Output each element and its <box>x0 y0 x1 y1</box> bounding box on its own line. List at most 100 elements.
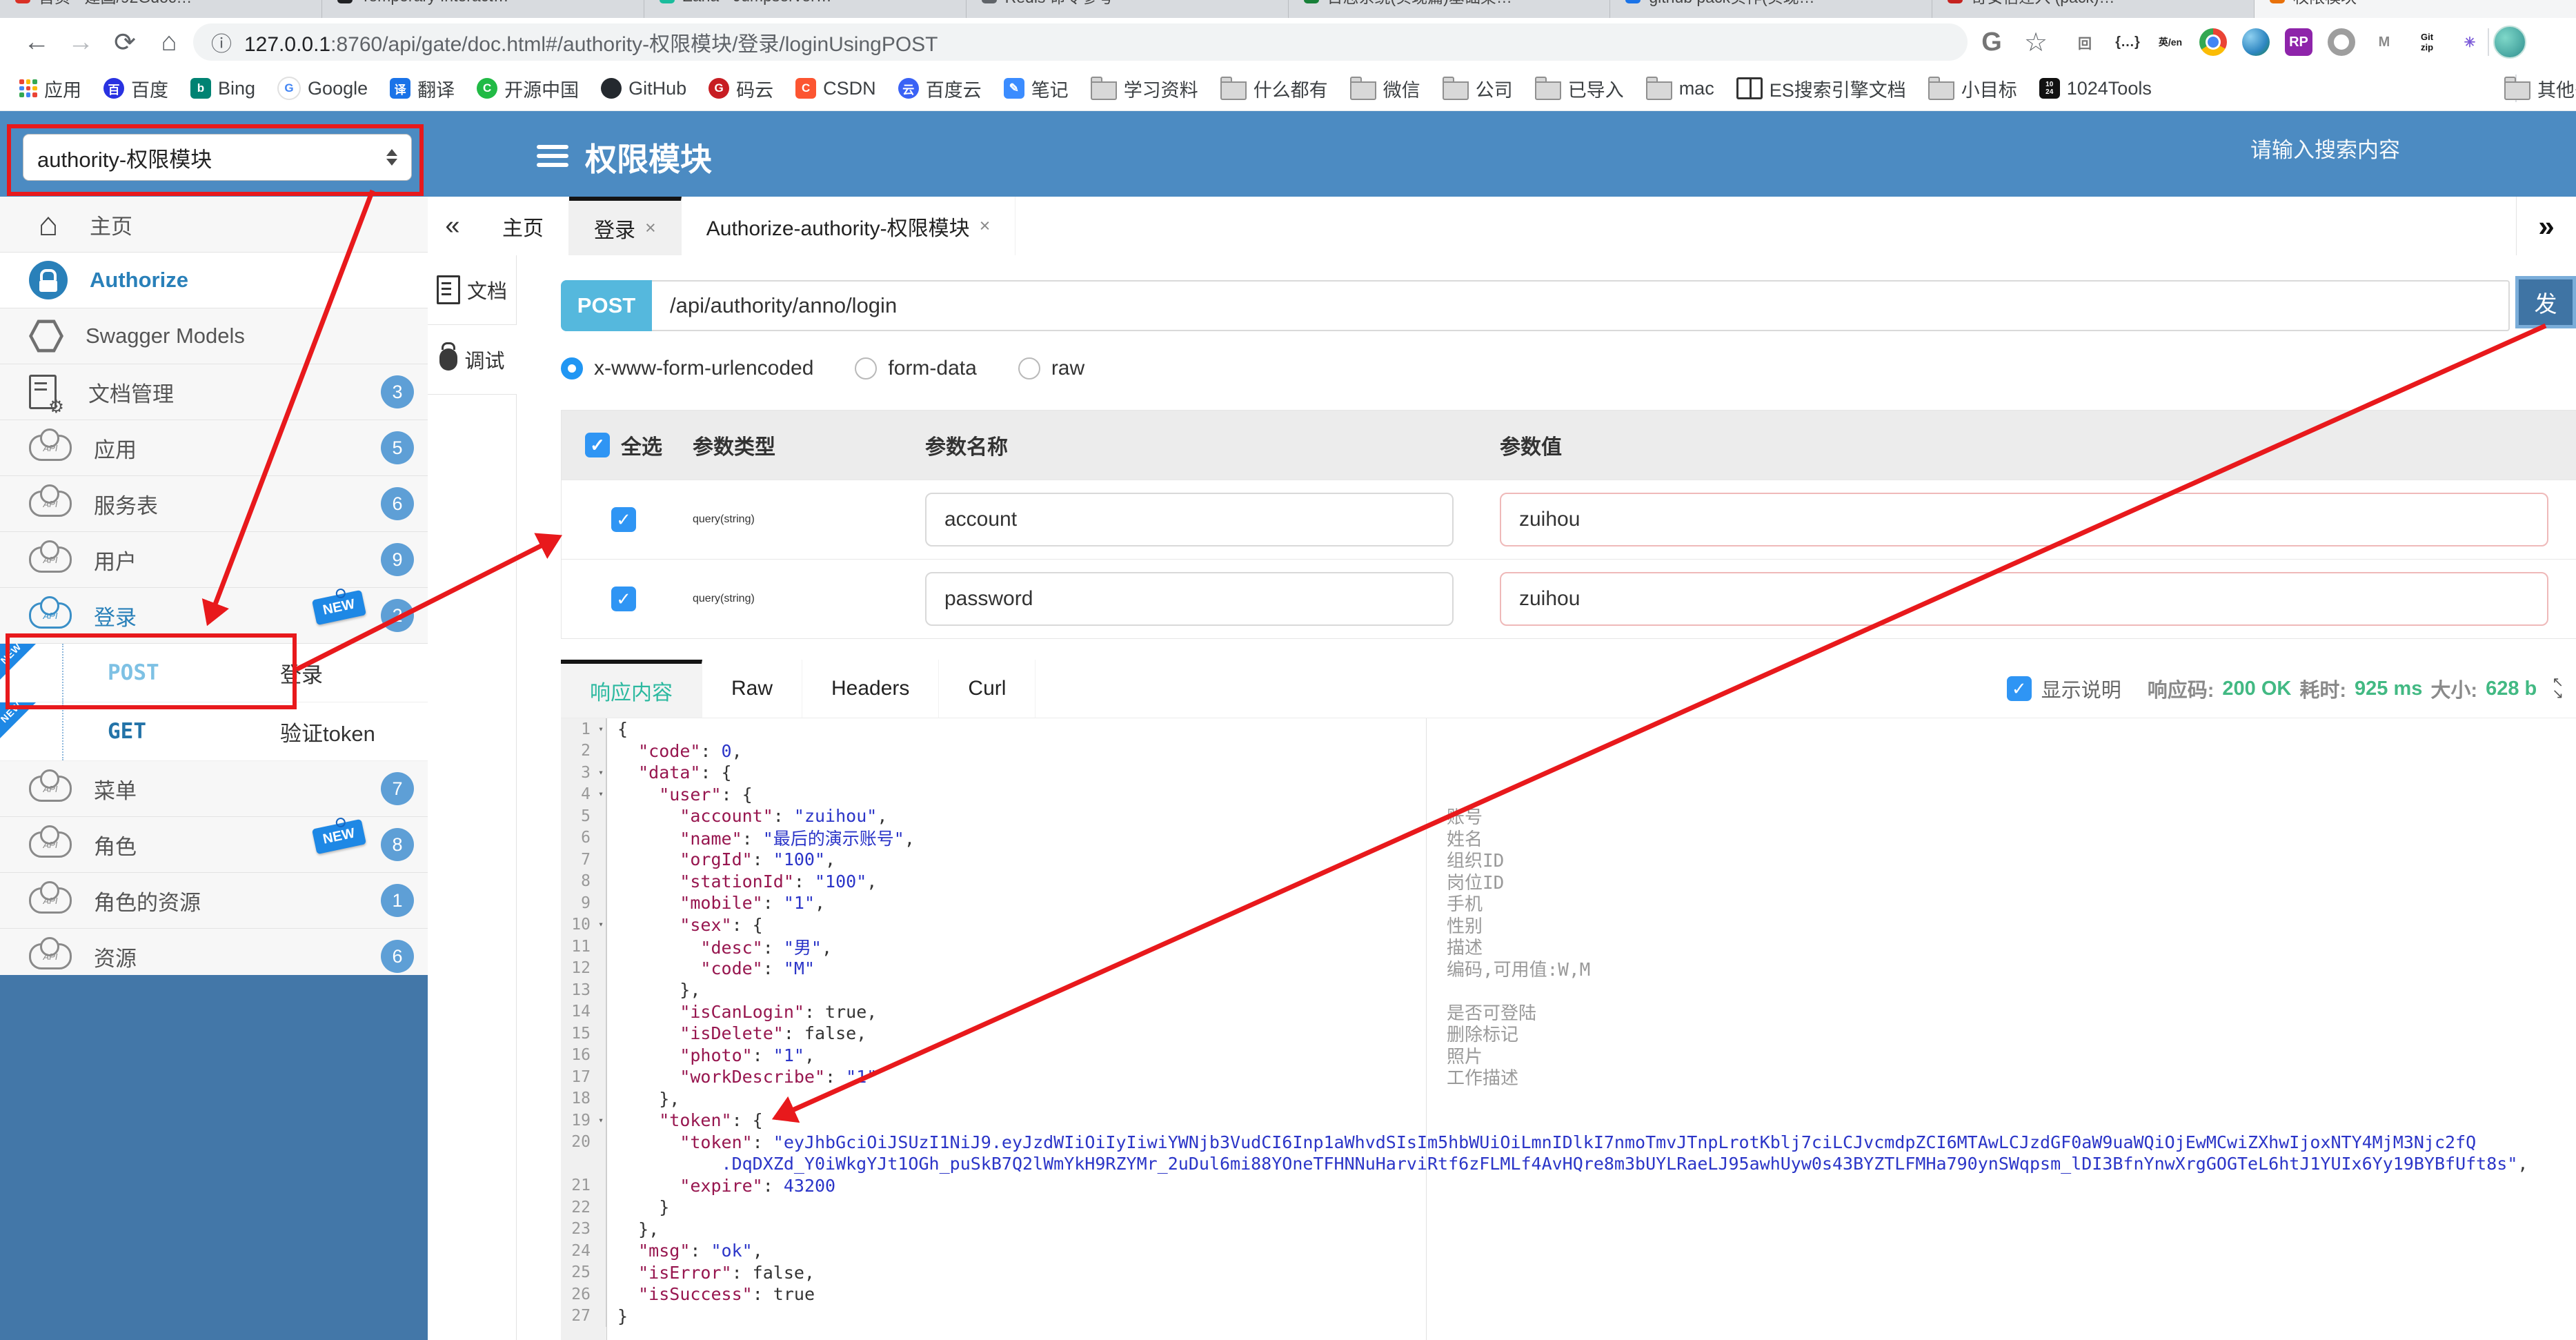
body-type-option[interactable]: form-data <box>855 357 977 380</box>
expand-tabs-button[interactable]: » <box>2516 197 2576 255</box>
bookmark-item[interactable]: 应用 <box>11 75 90 102</box>
fullscreen-icon[interactable]: ↖ ↘ <box>2552 676 2564 701</box>
back-button[interactable]: ← <box>17 28 57 57</box>
radio-icon[interactable] <box>1018 357 1040 380</box>
bookmark-item[interactable]: 10 24 1024Tools <box>2031 78 2160 99</box>
bookmark-item[interactable]: 云百度云 <box>890 75 990 102</box>
send-request-button[interactable]: 发 <box>2515 276 2576 328</box>
sidebar-api-item-verify-token-get[interactable]: NEW GET 验证token <box>0 700 428 761</box>
sidebar-item-Authorize[interactable]: Authorize <box>0 253 428 308</box>
sidebar-item-应用[interactable]: API 应用 5 <box>0 420 428 476</box>
bookmark-item[interactable]: 什么都有 <box>1212 75 1336 102</box>
chrome-icon[interactable] <box>2199 28 2227 56</box>
tab-close-icon[interactable]: × <box>2553 0 2562 5</box>
sidebar-item-角色的资源[interactable]: API 角色的资源 1 <box>0 873 428 929</box>
fold-arrow-icon[interactable]: ▾ <box>598 724 604 734</box>
request-url-input[interactable]: /api/authority/anno/login <box>652 280 2510 331</box>
panel-tab-文档[interactable]: 文档 <box>428 255 516 325</box>
tab-close-icon[interactable]: × <box>1587 0 1596 5</box>
bookmark-item[interactable]: b Bing <box>182 78 264 99</box>
profile-avatar[interactable] <box>2493 26 2526 59</box>
doc-tab-Authorize-authority-权限模块[interactable]: Authorize-authority-权限模块 × <box>682 197 1016 255</box>
checkbox-icon[interactable]: ✓ <box>611 587 636 611</box>
bookmark-item[interactable]: 学习资料 <box>1082 75 1207 102</box>
bookmark-item[interactable]: 译翻译 <box>382 75 463 102</box>
asterisk-icon[interactable]: ✳ <box>2456 28 2484 56</box>
doc-tab-登录[interactable]: 登录 × <box>569 197 682 255</box>
response-tab-响应内容[interactable]: 响应内容 <box>561 660 702 718</box>
sidebar-api-item-login-post[interactable]: NEW POST 登录 <box>0 641 428 702</box>
browser-tab[interactable]: 首页 - 建国/92Gdoc… × <box>0 0 322 18</box>
response-tab-Curl[interactable]: Curl <box>939 660 1036 718</box>
sidebar-item-Swagger Models[interactable]: Swagger Models <box>0 308 428 364</box>
bookmark-item[interactable]: ES搜索引擎文档 <box>1728 75 1914 102</box>
hamburger-icon[interactable] <box>537 140 568 172</box>
sidebar-item-文档管理[interactable]: 文档管理 3 <box>0 364 428 420</box>
browser-tab[interactable]: Temporary Interact… × <box>322 0 644 18</box>
bookmark-star-icon[interactable]: ☆ <box>2016 27 2056 58</box>
browser-tab[interactable]: Redis 命令参考 × <box>967 0 1289 18</box>
response-json-editor[interactable]: 1 ▾{2 "code": 0, 3 ▾ "data": {4 ▾ "user": {5… <box>561 718 2576 1340</box>
checkbox-icon[interactable]: ✓ <box>585 433 610 457</box>
browser-tab[interactable]: 日志系统(实现篇)基础架… × <box>1289 0 1611 18</box>
browser-tab[interactable]: github pack实作(实现… × <box>1610 0 1933 18</box>
bookmark-item[interactable]: GitHub <box>593 78 695 99</box>
checkbox-icon[interactable]: ✓ <box>611 507 636 532</box>
param-value-input[interactable]: zuihou <box>1500 493 2548 546</box>
close-tab-icon[interactable]: × <box>645 217 656 239</box>
bookmark-item[interactable]: 微信 <box>1342 75 1429 102</box>
close-tab-icon[interactable]: × <box>980 215 991 237</box>
module-select[interactable]: authority-权限模块 <box>23 134 412 181</box>
bookmark-item[interactable]: 公司 <box>1434 75 1521 102</box>
page-info-icon[interactable]: ⓘ <box>211 27 232 57</box>
body-type-option[interactable]: raw <box>1018 357 1084 380</box>
bookmark-item[interactable]: 小目标 <box>1920 75 2025 102</box>
browser-tab[interactable]: 奇安信迁入 (pack)… × <box>1932 0 2255 18</box>
sidebar-item-登录[interactable]: API 登录 NEW 2 <box>0 588 428 644</box>
m-chevron-icon[interactable]: M <box>2370 28 2398 56</box>
param-value-input[interactable]: zuihou <box>1500 572 2548 626</box>
translate-icon[interactable]: G <box>1972 28 2012 57</box>
qr-code-icon[interactable]: 回 <box>2071 28 2099 56</box>
collapse-sidebar-button[interactable]: « <box>428 197 477 255</box>
checkbox-icon[interactable]: ✓ <box>2006 676 2032 701</box>
bookmark-item[interactable]: C 开源中国 <box>468 75 587 102</box>
bookmark-item[interactable]: C CSDN <box>787 78 884 99</box>
header-select-all[interactable]: ✓ 全选 <box>562 430 686 460</box>
fold-arrow-icon[interactable]: ▾ <box>598 920 604 930</box>
panel-tab-调试[interactable]: 调试 <box>428 325 517 395</box>
radio-icon[interactable] <box>561 357 583 380</box>
param-name-input[interactable]: account <box>925 493 1454 546</box>
bookmark-item[interactable]: G 码云 <box>700 75 782 102</box>
gitzip-icon[interactable]: Git zip <box>2413 28 2441 56</box>
fold-arrow-icon[interactable]: ▾ <box>598 767 604 778</box>
sidebar-item-用户[interactable]: API 用户 9 <box>0 532 428 588</box>
radio-icon[interactable] <box>855 357 878 380</box>
body-type-option[interactable]: x-www-form-urlencoded <box>561 357 813 380</box>
bookmark-item[interactable]: ✎ 笔记 <box>995 75 1077 102</box>
response-tab-Raw[interactable]: Raw <box>702 660 803 718</box>
forward-button[interactable]: → <box>61 28 101 57</box>
response-tab-Headers[interactable]: Headers <box>802 660 940 718</box>
en-translate-icon[interactable]: 英/en <box>2157 28 2184 56</box>
sidebar-item-服务表[interactable]: API 服务表 6 <box>0 476 428 532</box>
sidebar-item-角色[interactable]: API 角色 NEW 8 <box>0 817 428 873</box>
braces-icon[interactable]: {…} <box>2114 28 2141 56</box>
param-name-input[interactable]: password <box>925 572 1454 626</box>
header-search-input[interactable] <box>2249 137 2500 164</box>
bookmark-item[interactable]: 已导入 <box>1527 75 1632 102</box>
reload-button[interactable]: ⟳ <box>105 27 145 58</box>
fold-arrow-icon[interactable]: ▾ <box>598 1115 604 1125</box>
bookmark-item[interactable]: mac <box>1638 77 1723 100</box>
bookmark-item[interactable]: 百百度 <box>95 75 177 102</box>
tab-close-icon[interactable]: × <box>1909 0 1918 5</box>
browser-tab[interactable]: Zana - Jumpserver… × <box>644 0 967 18</box>
fold-arrow-icon[interactable]: ▾ <box>598 789 604 800</box>
bookmark-item[interactable]: G Google <box>269 77 376 100</box>
tab-close-icon[interactable]: × <box>621 0 630 5</box>
other-bookmarks[interactable]: 其他书签 <box>2496 66 2576 110</box>
ring-icon[interactable] <box>2328 28 2355 56</box>
show-description-toggle[interactable]: ✓ 显示说明 <box>2006 674 2121 703</box>
tab-close-icon[interactable]: × <box>943 0 952 5</box>
tab-close-icon[interactable]: × <box>2231 0 2240 5</box>
